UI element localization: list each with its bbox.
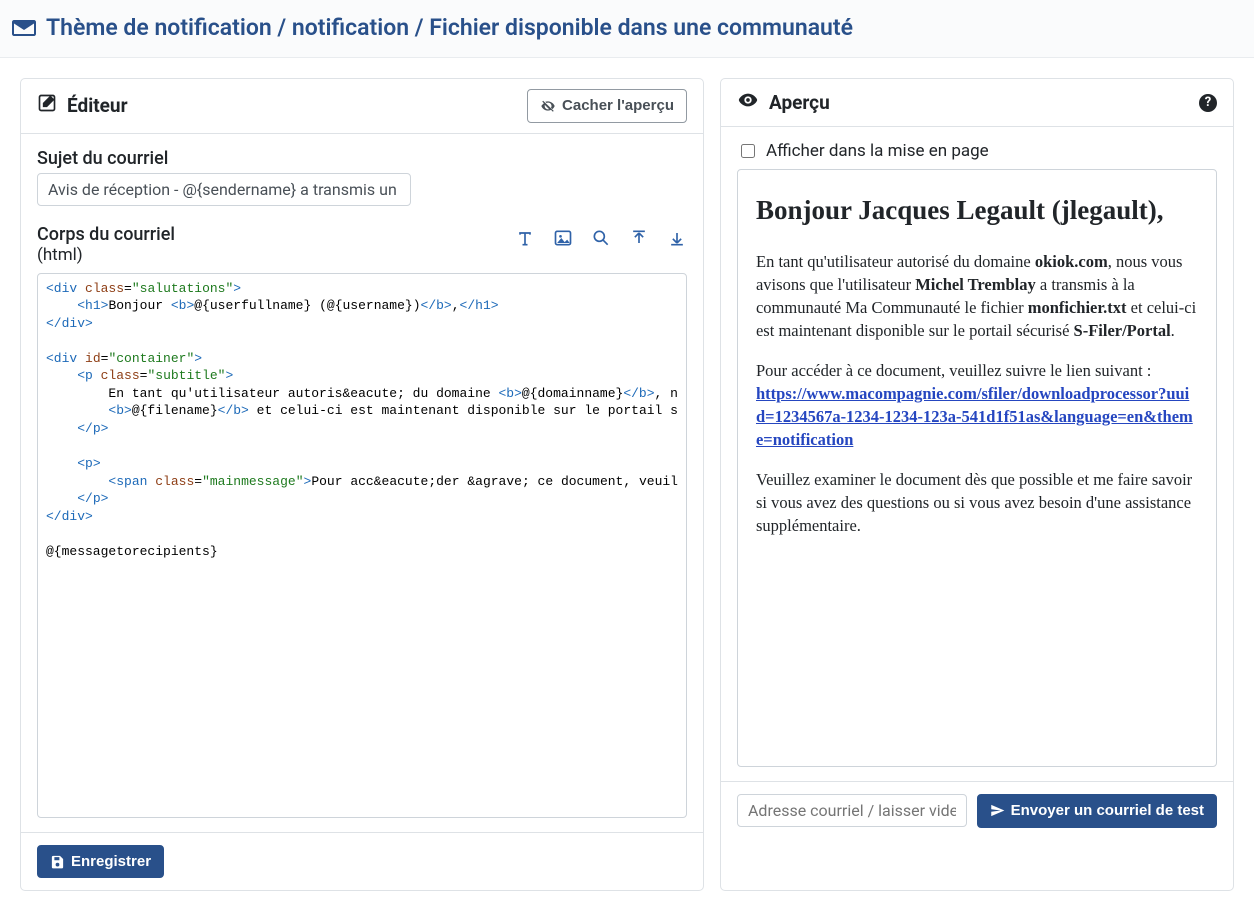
show-in-layout-row[interactable]: Afficher dans la mise en page [737, 141, 1217, 161]
pencil-square-icon [37, 93, 57, 118]
download-icon[interactable] [667, 228, 687, 248]
preview-paragraph-3: Veuillez examiner le document dès que po… [756, 468, 1198, 537]
test-email-input[interactable] [737, 794, 967, 827]
preview-card: Aperçu ? Afficher dans la mise en page B… [720, 78, 1234, 891]
save-icon [50, 854, 65, 869]
eye-icon [737, 89, 759, 116]
preview-link[interactable]: https://www.macompagnie.com/sfiler/downl… [756, 384, 1193, 449]
image-icon[interactable] [553, 228, 573, 248]
code-editor[interactable]: <div class="salutations"> <h1>Bonjour <b… [37, 273, 687, 818]
send-test-button[interactable]: Envoyer un courriel de test [977, 794, 1217, 828]
hide-preview-button[interactable]: Cacher l'aperçu [527, 89, 687, 123]
preview-title: Aperçu [769, 91, 830, 114]
envelope-icon [12, 17, 36, 39]
editor-title: Éditeur [67, 94, 128, 117]
body-format: (html) [37, 245, 83, 265]
editor-toolbar [515, 224, 687, 248]
editor-card: Éditeur Cacher l'aperçu Sujet du courrie… [20, 78, 704, 891]
preview-paragraph-2: Pour accéder à ce document, veuillez sui… [756, 359, 1198, 451]
upload-icon[interactable] [629, 228, 649, 248]
paper-plane-icon [990, 803, 1005, 818]
eye-slash-icon [540, 98, 556, 114]
save-button[interactable]: Enregistrer [37, 845, 164, 879]
preview-paragraph-1: En tant qu'utilisateur autorisé du domai… [756, 250, 1198, 342]
body-label: Corps du courriel [37, 224, 175, 245]
page-header: Thème de notification / notification / F… [0, 0, 1254, 58]
show-in-layout-checkbox[interactable] [741, 144, 755, 158]
breadcrumb: Thème de notification / notification / F… [46, 14, 853, 41]
search-icon[interactable] [591, 228, 611, 248]
preview-greeting: Bonjour Jacques Legault (jlegault), [756, 192, 1198, 230]
help-icon[interactable]: ? [1199, 94, 1217, 112]
text-icon[interactable] [515, 228, 535, 248]
preview-pane: Bonjour Jacques Legault (jlegault), En t… [737, 169, 1217, 767]
subject-input[interactable] [37, 173, 411, 206]
subject-label: Sujet du courriel [37, 148, 687, 169]
